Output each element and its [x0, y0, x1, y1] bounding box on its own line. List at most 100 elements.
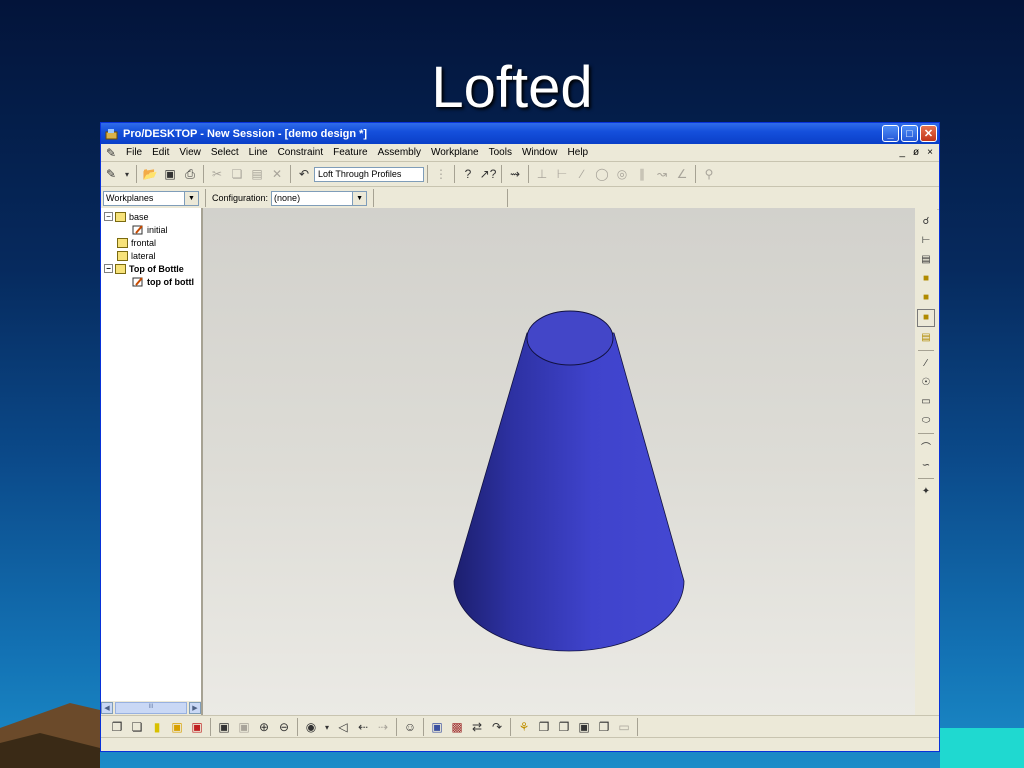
- delete-icon[interactable]: ✕: [269, 166, 285, 182]
- assembly-icon[interactable]: ▩: [449, 719, 465, 735]
- revolve-icon[interactable]: ■: [918, 290, 934, 306]
- 3d-viewport[interactable]: [203, 208, 915, 715]
- spline-icon[interactable]: ∽: [918, 458, 934, 474]
- fit-view-icon[interactable]: ▣: [216, 719, 232, 735]
- shape-icon[interactable]: ❐: [596, 719, 612, 735]
- scroll-right-icon[interactable]: ▶: [189, 702, 201, 714]
- arc-icon[interactable]: ⌒: [918, 439, 934, 455]
- wire-view-icon[interactable]: ❏: [129, 719, 145, 735]
- menu-window[interactable]: Window: [517, 147, 563, 158]
- part-icon[interactable]: ▣: [429, 719, 445, 735]
- new-workplane-icon[interactable]: ☌: [918, 214, 934, 230]
- bottle-icon[interactable]: ▭: [616, 719, 632, 735]
- cut-icon[interactable]: ✂: [209, 166, 225, 182]
- constraint-icon[interactable]: ⊥: [534, 166, 550, 182]
- loft-icon[interactable]: ■: [917, 308, 935, 327]
- menu-tools[interactable]: Tools: [484, 147, 517, 158]
- line-draw-icon[interactable]: ∕: [918, 356, 934, 372]
- dimension-icon[interactable]: ⊢: [554, 166, 570, 182]
- print-icon[interactable]: ⎙: [182, 166, 198, 182]
- tree-item-top-of-bottle-sketch[interactable]: top of bottl: [101, 275, 201, 288]
- zoom-in-icon[interactable]: ⊕: [256, 719, 272, 735]
- chevron-down-icon[interactable]: ▼: [184, 191, 198, 205]
- tree-horizontal-scrollbar[interactable]: ◀ III ▶: [101, 701, 201, 715]
- extrude-icon[interactable]: ■: [918, 271, 934, 287]
- pipe-icon[interactable]: ↷: [489, 719, 505, 735]
- undo-icon[interactable]: ↶: [296, 166, 312, 182]
- chevron-down-icon[interactable]: ▼: [352, 191, 367, 205]
- paste-icon[interactable]: ▤: [249, 166, 265, 182]
- scroll-left-icon[interactable]: ◀: [101, 702, 113, 714]
- center-icon[interactable]: ◎: [614, 166, 630, 182]
- help-icon[interactable]: ?: [460, 166, 476, 182]
- workplanes-dropdown[interactable]: Workplanes ▼: [103, 190, 199, 206]
- collapse-icon[interactable]: −: [104, 212, 113, 221]
- menu-line[interactable]: Line: [244, 147, 273, 158]
- menu-assembly[interactable]: Assembly: [373, 147, 426, 158]
- zoom-out-icon[interactable]: ⊖: [276, 719, 292, 735]
- collapse-icon[interactable]: −: [104, 264, 113, 273]
- mdi-minimize-button[interactable]: _: [899, 147, 905, 158]
- explode-icon[interactable]: ⇄: [469, 719, 485, 735]
- tree-item-initial[interactable]: initial: [101, 223, 201, 236]
- rectangle-draw-icon[interactable]: ▭: [918, 394, 934, 410]
- open-icon[interactable]: 📂: [142, 166, 158, 182]
- view-back-icon[interactable]: ⇠: [355, 719, 371, 735]
- view-left-icon[interactable]: ◁: [335, 719, 351, 735]
- chevron-down-icon[interactable]: ▾: [323, 719, 331, 735]
- save-icon[interactable]: ▣: [162, 166, 178, 182]
- iso-view-icon[interactable]: ❐: [109, 719, 125, 735]
- menu-edit[interactable]: Edit: [147, 147, 174, 158]
- menu-constraint[interactable]: Constraint: [273, 147, 329, 158]
- shaded-view-icon[interactable]: ▣: [169, 719, 185, 735]
- title-bar[interactable]: Pro/DESKTOP - New Session - [demo design…: [101, 123, 939, 144]
- ellipse-draw-icon[interactable]: ⬭: [918, 413, 934, 429]
- copy-icon[interactable]: ❏: [229, 166, 245, 182]
- parallel-icon[interactable]: ∥: [634, 166, 650, 182]
- minimize-button[interactable]: _: [882, 125, 899, 142]
- mdi-close-button[interactable]: ×: [927, 147, 933, 158]
- subassembly-icon[interactable]: ❐: [556, 719, 572, 735]
- render-view-icon[interactable]: ▣: [189, 719, 205, 735]
- sketch-icon[interactable]: ⊢: [918, 233, 934, 249]
- close-button[interactable]: ✕: [920, 125, 937, 142]
- tree-item-base[interactable]: − base: [101, 208, 201, 223]
- zoom-window-icon[interactable]: ▣: [236, 719, 252, 735]
- material-icon[interactable]: ⚘: [516, 719, 532, 735]
- tree-item-top-of-bottle[interactable]: − Top of Bottle: [101, 262, 201, 275]
- menu-feature[interactable]: Feature: [328, 147, 372, 158]
- document-icon[interactable]: ✎: [103, 145, 119, 161]
- line-icon[interactable]: ∕: [574, 166, 590, 182]
- circle-draw-icon[interactable]: ☉: [918, 375, 934, 391]
- smiley-icon[interactable]: ☺: [402, 719, 418, 735]
- whats-this-icon[interactable]: ↗?: [480, 166, 497, 182]
- hidden-view-icon[interactable]: ▮: [149, 719, 165, 735]
- chevron-down-icon[interactable]: ▾: [123, 166, 131, 182]
- toolbar-handle-icon[interactable]: ⋮: [433, 166, 449, 182]
- sketch-tool-icon[interactable]: ⇝: [507, 166, 523, 182]
- trim-icon[interactable]: ✦: [918, 484, 934, 500]
- workplane-offset-icon[interactable]: ▤: [918, 252, 934, 268]
- box-icon[interactable]: ▣: [576, 719, 592, 735]
- lofted-cone-top-face[interactable]: [526, 310, 614, 366]
- view-forward-icon[interactable]: ⇢: [375, 719, 391, 735]
- menu-view[interactable]: View: [174, 147, 206, 158]
- menu-file[interactable]: File: [121, 147, 147, 158]
- component-icon[interactable]: ❐: [536, 719, 552, 735]
- scroll-thumb[interactable]: III: [115, 702, 187, 714]
- menu-help[interactable]: Help: [563, 147, 594, 158]
- tree-item-frontal[interactable]: frontal: [101, 236, 201, 249]
- tangent-icon[interactable]: ↝: [654, 166, 670, 182]
- find-icon[interactable]: ⚲: [701, 166, 717, 182]
- tree-item-lateral[interactable]: lateral: [101, 249, 201, 262]
- circle-icon[interactable]: ◯: [594, 166, 610, 182]
- menu-workplane[interactable]: Workplane: [426, 147, 484, 158]
- menu-select[interactable]: Select: [206, 147, 244, 158]
- mdi-restore-button[interactable]: ø: [913, 147, 919, 158]
- angle-icon[interactable]: ∠: [674, 166, 690, 182]
- select-pointer-icon[interactable]: ✎: [103, 166, 119, 182]
- orient-icon[interactable]: ◉: [303, 719, 319, 735]
- lofted-cone-body[interactable]: [453, 332, 685, 652]
- configuration-dropdown[interactable]: (none) ▼: [271, 190, 368, 206]
- maximize-button[interactable]: □: [901, 125, 918, 142]
